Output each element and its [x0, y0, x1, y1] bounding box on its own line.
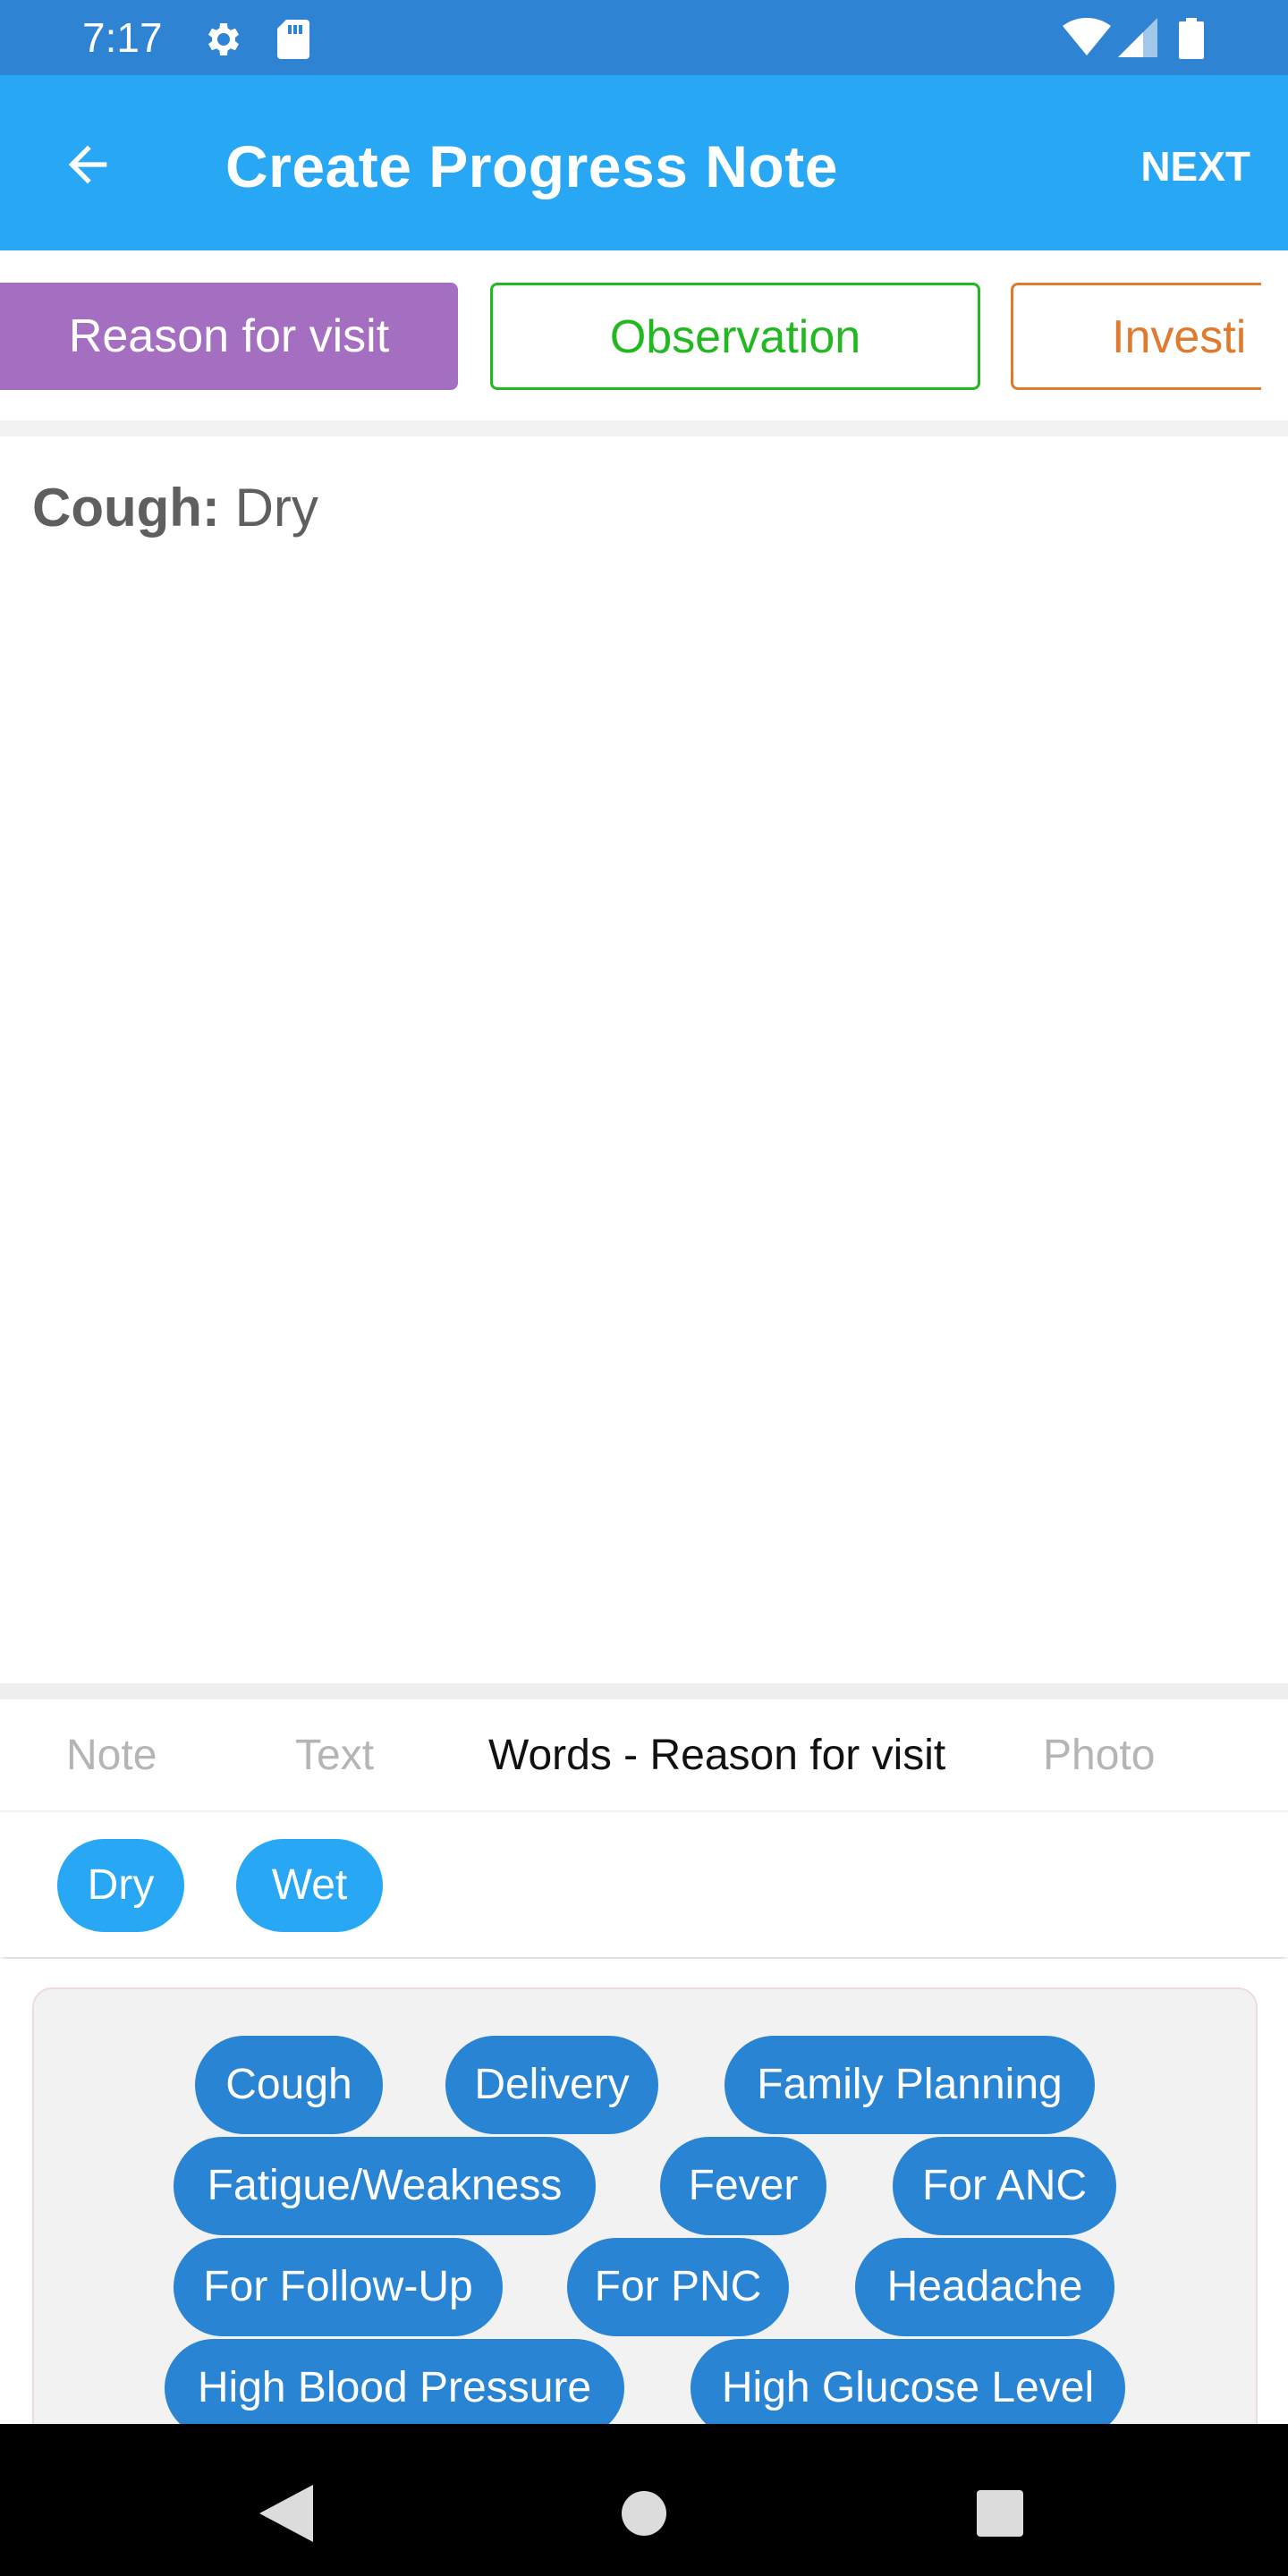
- tab-words[interactable]: Words - Reason for visit: [488, 1726, 945, 1785]
- nav-back-button[interactable]: [242, 2469, 331, 2558]
- input-mode-tabs: Note Text Words - Reason for visit Photo: [0, 1699, 1288, 1812]
- nav-recents-button[interactable]: [955, 2469, 1045, 2558]
- word-chip[interactable]: Delivery: [445, 2036, 658, 2134]
- words-panel: Cough Delivery Family Planning Fatigue/W…: [32, 1987, 1258, 2453]
- back-triangle-icon: [259, 2485, 313, 2542]
- page-title: Create Progress Note: [225, 133, 838, 199]
- divider: [0, 420, 1288, 436]
- word-chip[interactable]: High Glucose Level: [691, 2339, 1125, 2437]
- wifi-icon: [1063, 18, 1111, 57]
- tab-observation[interactable]: Observation: [490, 283, 980, 390]
- tab-reason-for-visit[interactable]: Reason for visit: [0, 283, 458, 390]
- note-entry-value: Dry: [219, 478, 318, 538]
- navigation-bar: [0, 2424, 1288, 2576]
- note-content-area[interactable]: Cough: Dry: [0, 436, 1288, 1683]
- note-entry: Cough: Dry: [32, 472, 318, 544]
- chip-dry[interactable]: Dry: [57, 1839, 184, 1932]
- settings-icon: [202, 18, 245, 61]
- word-chip[interactable]: For PNC: [567, 2238, 789, 2336]
- word-chip[interactable]: Fatigue/Weakness: [174, 2137, 596, 2235]
- tab-note[interactable]: Note: [66, 1726, 157, 1785]
- section-tabs: Reason for visit Observation Investi: [0, 250, 1288, 420]
- word-chip[interactable]: Cough: [195, 2036, 383, 2134]
- cellular-signal-icon: [1118, 18, 1157, 57]
- back-button[interactable]: [50, 127, 125, 202]
- nav-home-button[interactable]: [599, 2469, 689, 2558]
- word-chip[interactable]: Family Planning: [724, 2036, 1095, 2134]
- battery-icon: [1179, 18, 1204, 59]
- arrow-back-icon: [68, 145, 107, 184]
- word-chip[interactable]: For ANC: [893, 2137, 1116, 2235]
- status-time: 7:17: [82, 14, 163, 61]
- recents-square-icon: [977, 2490, 1023, 2537]
- sub-option-chips: Dry Wet: [0, 1814, 1288, 1957]
- word-chip[interactable]: Headache: [855, 2238, 1114, 2336]
- sd-card-icon: [275, 18, 311, 61]
- word-chip[interactable]: For Follow-Up: [174, 2238, 503, 2336]
- word-chip[interactable]: High Blood Pressure: [165, 2339, 624, 2437]
- home-circle-icon: [622, 2491, 666, 2536]
- tab-text[interactable]: Text: [295, 1726, 374, 1785]
- word-chip[interactable]: Fever: [660, 2137, 826, 2235]
- status-bar: 7:17: [0, 0, 1288, 75]
- divider: [0, 1683, 1288, 1699]
- tab-photo[interactable]: Photo: [1043, 1726, 1155, 1785]
- app-bar: Create Progress Note NEXT: [0, 75, 1288, 250]
- note-entry-key: Cough:: [32, 478, 220, 538]
- chip-wet[interactable]: Wet: [236, 1839, 383, 1932]
- tab-investigation[interactable]: Investi: [1011, 283, 1261, 390]
- next-button[interactable]: NEXT: [1140, 140, 1250, 193]
